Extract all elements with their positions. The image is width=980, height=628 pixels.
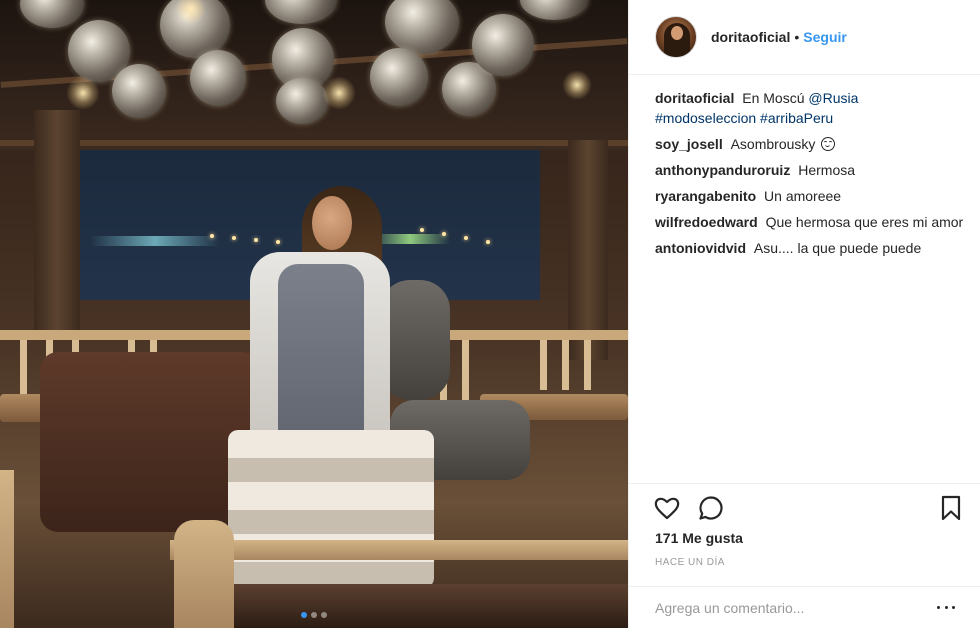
comment-item: anthonypanduroruiz Hermosa: [655, 160, 965, 180]
ceiling-light: [562, 70, 592, 100]
add-comment-bar: [629, 586, 980, 628]
comment-text: Asombrousky: [730, 136, 816, 152]
caption: doritaoficial En Moscú @Rusia #modoselec…: [655, 88, 965, 128]
comment-author[interactable]: soy_josell: [655, 136, 727, 152]
green-light-strip: [370, 234, 450, 244]
post-timestamp[interactable]: HACE UN DÍA: [655, 557, 725, 568]
disco-ball: [370, 48, 428, 106]
disco-ball: [190, 50, 246, 106]
ceiling-light: [66, 76, 100, 110]
comment-item: soy_josell Asombrousky: [655, 134, 965, 154]
comment-input[interactable]: [655, 599, 937, 616]
header-username[interactable]: doritaoficial: [711, 29, 790, 45]
more-options-icon[interactable]: [937, 601, 955, 615]
patterned-armchair: [40, 352, 260, 532]
action-bar: [629, 483, 980, 531]
comment-author[interactable]: antoniovidvid: [655, 240, 750, 256]
comment-icon[interactable]: [697, 494, 725, 522]
bench-seat: [234, 584, 628, 628]
person-face: [312, 196, 352, 250]
disco-ball: [112, 64, 166, 118]
comment-text: Que hermosa que eres mi amor: [765, 214, 964, 230]
post-sidebar: doritaoficial • Seguir doritaoficial En …: [628, 0, 980, 628]
comment-item: antoniovidvid Asu.... la que puede puede: [655, 238, 965, 258]
caption-hashtags[interactable]: #modoseleccion #arribaPeru: [655, 110, 833, 126]
avatar[interactable]: [655, 16, 697, 58]
wooden-pillar: [568, 140, 608, 360]
comment-text: Hermosa: [798, 162, 856, 178]
bench-backrest: [170, 540, 628, 560]
comment-item: ryarangabenito Un amoreee: [655, 186, 965, 206]
like-count[interactable]: 171 Me gusta: [655, 530, 743, 546]
post-photo[interactable]: [0, 0, 628, 628]
follow-button[interactable]: Seguir: [803, 29, 847, 45]
post-header: doritaoficial • Seguir: [629, 0, 980, 75]
caption-mention[interactable]: @Rusia: [808, 90, 858, 106]
wooden-pillar: [34, 110, 80, 340]
caption-text: En Moscú: [742, 90, 805, 106]
carousel-indicator: [0, 612, 628, 618]
disco-ball: [276, 78, 328, 124]
blue-light-strip: [90, 236, 220, 246]
carousel-dot[interactable]: [311, 612, 317, 618]
comment-item: wilfredoedward Que hermosa que eres mi a…: [655, 212, 965, 232]
caption-author[interactable]: doritaoficial: [655, 90, 738, 106]
relieved-face-icon: [821, 137, 836, 151]
comment-list: doritaoficial En Moscú @Rusia #modoselec…: [655, 88, 965, 264]
comment-text: Asu.... la que puede puede: [753, 240, 922, 256]
person-dress: [278, 264, 364, 454]
carousel-dot[interactable]: [321, 612, 327, 618]
disco-ball: [472, 14, 534, 76]
bench-post: [0, 470, 14, 628]
ceiling-beam: [0, 140, 628, 146]
heart-icon[interactable]: [653, 494, 681, 522]
comment-text: Un amoreee: [764, 188, 842, 204]
carousel-dot-active[interactable]: [301, 612, 307, 618]
comment-author[interactable]: wilfredoedward: [655, 214, 762, 230]
grey-armchair: [380, 280, 450, 400]
ceiling-light: [322, 76, 356, 110]
striped-pillow: [228, 430, 434, 588]
bookmark-icon[interactable]: [937, 494, 965, 522]
header-separator: •: [794, 29, 800, 45]
comment-author[interactable]: anthonypanduroruiz: [655, 162, 794, 178]
comment-author[interactable]: ryarangabenito: [655, 188, 760, 204]
